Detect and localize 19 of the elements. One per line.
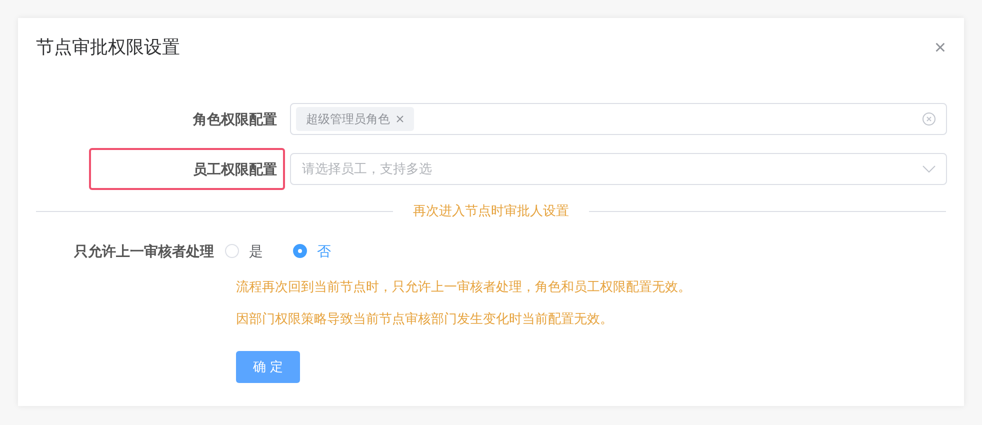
role-select[interactable]: 超级管理员角色 bbox=[290, 103, 947, 135]
radio-unchecked-icon bbox=[225, 244, 239, 258]
chevron-down-icon bbox=[922, 165, 936, 173]
tag: 超级管理员角色 bbox=[296, 107, 414, 131]
radio-option[interactable]: 是 bbox=[225, 240, 263, 262]
radio-option[interactable]: 否 bbox=[293, 240, 331, 262]
close-button[interactable]: × bbox=[934, 38, 946, 58]
highlighted-label: 员工权限配置 bbox=[89, 148, 285, 190]
confirm-button[interactable]: 确 定 bbox=[236, 351, 300, 383]
dialog-title: 节点审批权限设置 bbox=[36, 36, 180, 59]
radio-checked-icon bbox=[293, 244, 307, 258]
clear-icon[interactable] bbox=[922, 112, 936, 126]
field-label: 只允许上一审核者处理 bbox=[73, 242, 215, 260]
warning-note: 因部门权限策略导致当前节点审核部门发生变化时当前配置无效。 bbox=[236, 310, 614, 328]
close-icon[interactable] bbox=[396, 115, 404, 123]
field-label: 角色权限配置 bbox=[192, 110, 278, 128]
divider-text: 再次进入节点时审批人设置 bbox=[412, 202, 570, 220]
warning-note: 流程再次回到当前节点时，只允许上一审核者处理，角色和员工权限配置无效。 bbox=[236, 278, 692, 296]
employee-select[interactable]: 请选择员工，支持多选 bbox=[290, 153, 947, 185]
